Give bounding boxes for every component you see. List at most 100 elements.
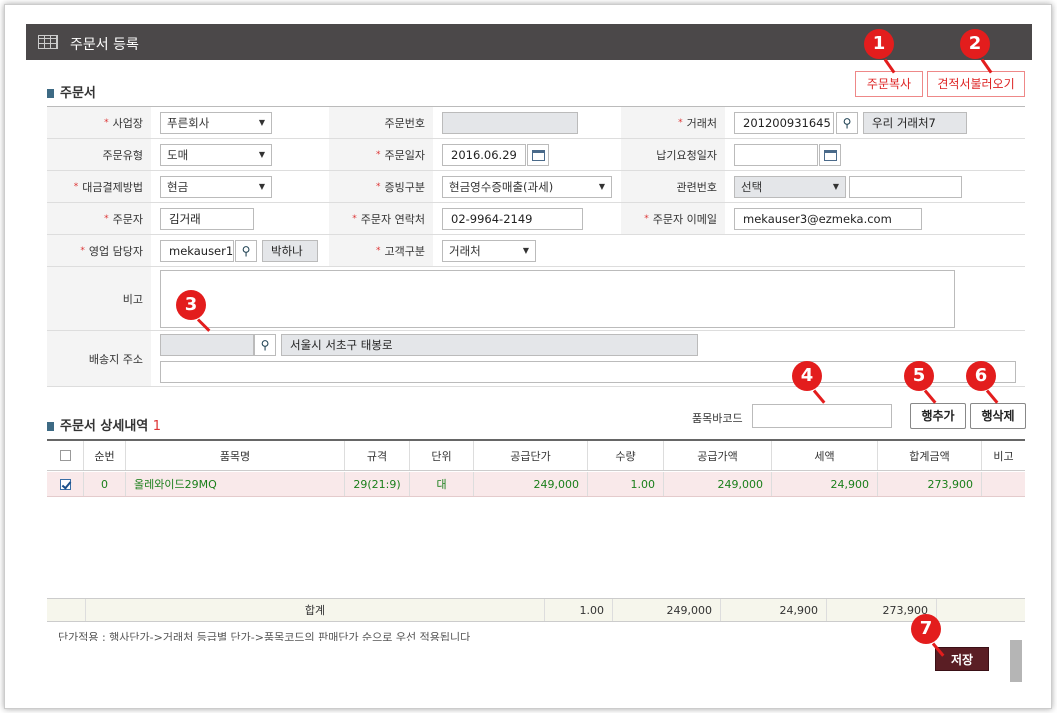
cell-unit: 대	[410, 472, 474, 496]
business-select[interactable]: 푸른회사 ▼	[160, 112, 272, 134]
customer-type-label: * 고객구분	[329, 235, 433, 266]
header-qty: 수량	[588, 441, 664, 470]
client-label: * 거래처	[621, 107, 725, 138]
annotation-badge: 5	[904, 361, 934, 391]
related-no-field[interactable]	[849, 176, 962, 198]
cell-spec: 29(21:9)	[345, 472, 410, 496]
annotation-badge: 2	[960, 29, 990, 59]
client-name-field: 우리 거래처7	[863, 112, 967, 134]
cell-memo[interactable]	[982, 472, 1025, 496]
form-row: 주문유형 도매 ▼ * 주문일자 2016.06.29 납기요청일자	[47, 139, 1025, 171]
cell-total: 273,900	[878, 472, 982, 496]
save-button[interactable]: 저장	[935, 647, 989, 671]
dropdown-arrow-icon: ▼	[258, 182, 265, 191]
dropdown-arrow-icon: ▼	[598, 182, 605, 191]
dropdown-arrow-icon: ▼	[522, 246, 529, 255]
payment-select[interactable]: 현금 ▼	[160, 176, 272, 198]
header-tax: 세액	[772, 441, 878, 470]
address1-field: 서울시 서초구 태봉로	[281, 334, 698, 356]
header-supply: 공급가액	[664, 441, 772, 470]
orderer-phone-field[interactable]: 02-9964-2149	[442, 208, 583, 230]
cell-tax: 24,900	[772, 472, 878, 496]
order-type-label: 주문유형	[47, 139, 151, 170]
memo-textarea[interactable]	[160, 270, 955, 328]
calendar-icon[interactable]	[819, 144, 841, 166]
dropdown-arrow-icon: ▼	[258, 118, 265, 127]
order-no-label: 주문번호	[329, 107, 433, 138]
delivery-date-field[interactable]	[734, 144, 818, 166]
orderer-email-field[interactable]: mekauser3@ezmeka.com	[734, 208, 922, 230]
header-total: 합계금액	[878, 441, 982, 470]
order-date-field[interactable]: 2016.06.29	[442, 144, 526, 166]
select-all-checkbox[interactable]	[59, 450, 71, 461]
load-quote-button[interactable]: 견적서불러오기	[927, 71, 1025, 97]
form-row: * 주문자 김거래 * 주문자 연락처 02-9964-2149 * 주문자 이메일 …	[47, 203, 1025, 235]
address-search-icon[interactable]: ⚲	[254, 334, 276, 356]
row-checkbox[interactable]	[59, 478, 71, 490]
annotation-badge: 7	[911, 614, 941, 644]
window-title: 주문서 등록	[70, 37, 139, 53]
header-no: 순번	[84, 441, 126, 470]
evidence-label: * 증빙구분	[329, 171, 433, 202]
header-spec: 규격	[345, 441, 410, 470]
client-code-field[interactable]: 201200931645	[734, 112, 834, 134]
select-all-checkbox-cell[interactable]	[47, 441, 84, 470]
sales-rep-label: * 영업 담당자	[47, 235, 151, 266]
business-label: * 사업장	[47, 107, 151, 138]
scrollbar[interactable]	[1010, 640, 1022, 682]
order-type-select[interactable]: 도매 ▼	[160, 144, 272, 166]
barcode-label: 품목바코드	[692, 412, 743, 425]
barcode-input[interactable]	[752, 404, 892, 428]
client-search-icon[interactable]: ⚲	[836, 112, 858, 134]
header-memo: 비고	[993, 449, 1014, 463]
cell-qty[interactable]: 1.00	[588, 472, 664, 496]
annotation-badge: 3	[176, 290, 206, 320]
dropdown-arrow-icon: ▼	[832, 182, 839, 191]
price-rule-note: 단가적용 : 행사단가->거래처 등급별 단가->품목코드의 판매단가 순으로 …	[58, 631, 471, 641]
table-row[interactable]: 0 올레와이드29MQ 29(21:9) 대 249,000 1.00 249,…	[47, 472, 1025, 497]
footer-blank	[47, 599, 86, 621]
zip-field[interactable]	[160, 334, 254, 356]
form-row: * 사업장 푸른회사 ▼ 주문번호 * 거래처 201200931645 ⚲ 우리 거…	[47, 107, 1025, 139]
address2-field[interactable]	[160, 361, 1016, 383]
order-section-title: 주문서	[47, 82, 96, 101]
delete-row-button[interactable]: 행삭제	[970, 403, 1026, 429]
form-row: * 대금결제방법 현금 ▼ * 증빙구분 현금영수증매출(과세) ▼ 관련번호 선택 ▼	[47, 171, 1025, 203]
customer-type-select[interactable]: 거래처 ▼	[442, 240, 536, 262]
add-row-button[interactable]: 행추가	[910, 403, 966, 429]
evidence-select[interactable]: 현금영수증매출(과세) ▼	[442, 176, 612, 198]
header-unit: 단위	[410, 441, 474, 470]
orderer-email-label: * 주문자 이메일	[621, 203, 725, 234]
memo-label: 비고	[47, 267, 151, 330]
order-no-field	[442, 112, 578, 134]
sales-rep-search-icon[interactable]: ⚲	[235, 240, 257, 262]
form-row: * 영업 담당자 mekauser1 ⚲ 박하나 * 고객구분 거래처 ▼	[47, 235, 1025, 267]
bullet-icon	[47, 422, 54, 431]
sales-rep-name-field: 박하나	[262, 240, 318, 262]
footer-label: 합계	[86, 599, 545, 621]
cell-no: 0	[84, 472, 126, 496]
delivery-date-label: 납기요청일자	[621, 139, 725, 170]
dropdown-arrow-icon: ▼	[258, 150, 265, 159]
order-form: * 사업장 푸른회사 ▼ 주문번호 * 거래처 201200931645 ⚲ 우리 거…	[47, 106, 1025, 387]
calendar-icon[interactable]	[527, 144, 549, 166]
copy-order-button[interactable]: 주문복사	[855, 71, 923, 97]
sales-rep-id-field[interactable]: mekauser1	[160, 240, 234, 262]
annotation-badge: 6	[966, 361, 996, 391]
orderer-phone-label: * 주문자 연락처	[329, 203, 433, 234]
address-label: 배송지 주소	[47, 331, 151, 386]
row-checkbox-cell[interactable]	[47, 472, 84, 496]
form-row: 배송지 주소 ⚲ 서울시 서초구 태봉로	[47, 331, 1025, 387]
footer-tax: 24,900	[721, 599, 827, 621]
related-no-select[interactable]: 선택 ▼	[734, 176, 846, 198]
cell-price[interactable]: 249,000	[474, 472, 588, 496]
cell-supply: 249,000	[664, 472, 772, 496]
cell-name[interactable]: 올레와이드29MQ	[126, 472, 345, 496]
bullet-icon	[47, 89, 54, 98]
header-price: 공급단가	[474, 441, 588, 470]
orderer-label: * 주문자	[47, 203, 151, 234]
footer-qty: 1.00	[545, 599, 613, 621]
orderer-field[interactable]: 김거래	[160, 208, 254, 230]
order-detail-grid: 순번 품목명 규격 단위 공급단가 수량 공급가액 세액 합계금액 비고 0 올…	[47, 439, 1025, 629]
footer-supply: 249,000	[613, 599, 721, 621]
